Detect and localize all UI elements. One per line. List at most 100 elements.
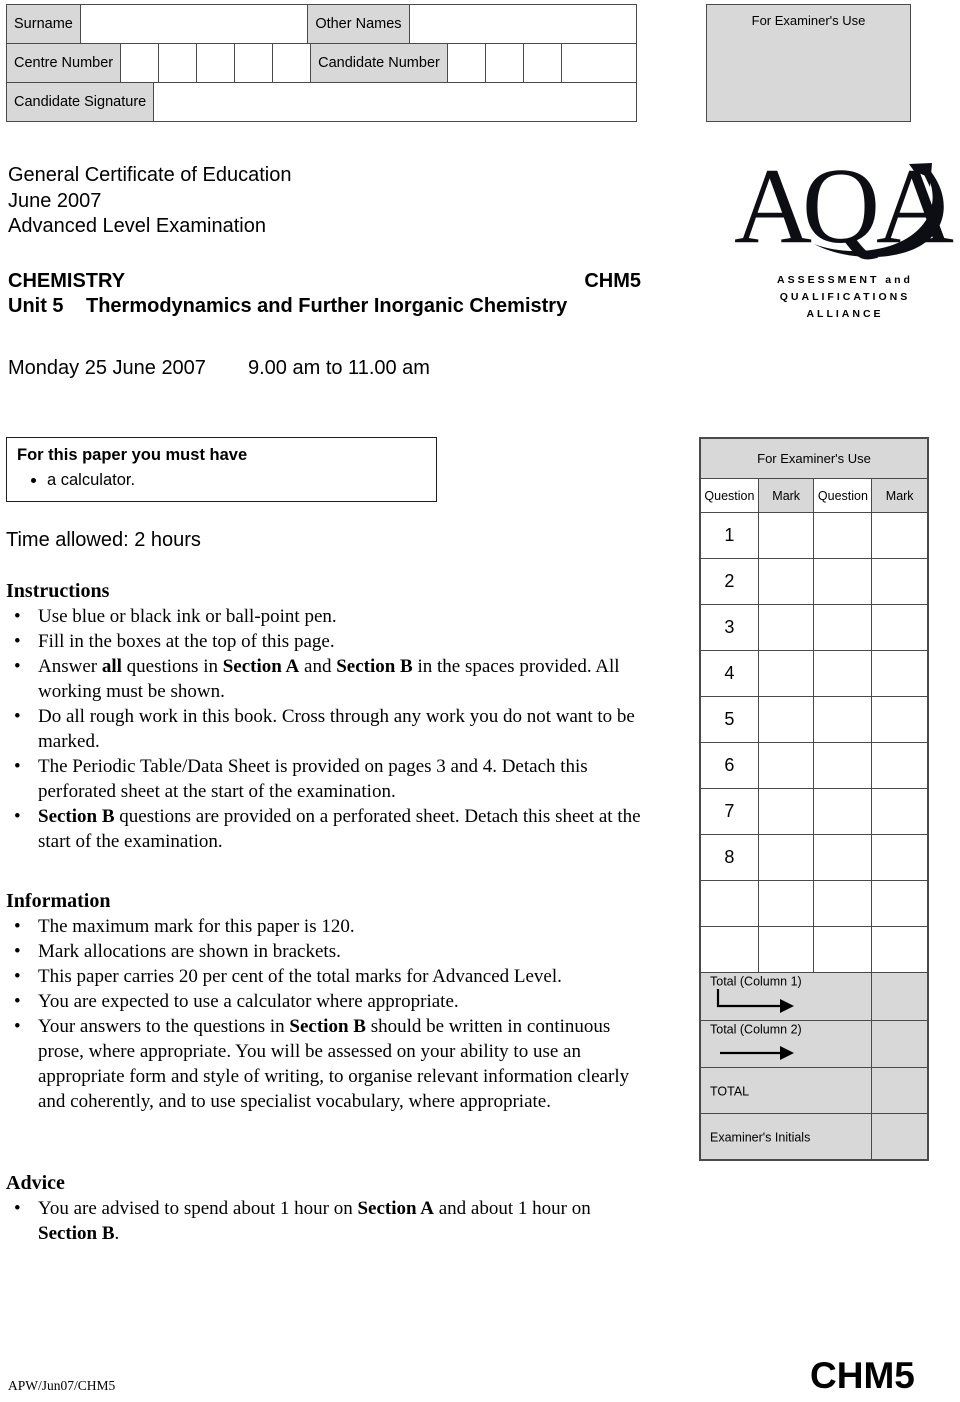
aqa-subtitle-line-2: QUALIFICATIONS [779,291,911,303]
list-item: Your answers to the questions in Section… [14,1014,654,1114]
unit-number: Unit 5 [8,294,64,317]
instructions-heading: Instructions [6,580,110,602]
mark-entry-cell[interactable] [757,650,815,697]
candidate-signature-label: Candidate Signature [7,83,155,121]
information-list: The maximum mark for this paper is 120.M… [6,914,654,1114]
list-item: Use blue or black ink or ball-point pen. [14,604,654,629]
table-row: 2 [700,558,928,605]
centre-number-digit-3[interactable] [197,44,236,82]
mark-entry-cell[interactable] [757,604,815,651]
mark-entry-cell[interactable] [871,512,928,559]
mark-entry-cell[interactable] [757,880,815,927]
advice-heading: Advice [6,1172,65,1194]
mark-entry-cell[interactable] [871,926,928,973]
question-number-cell [813,742,873,789]
surname-input[interactable] [80,5,308,43]
other-names-input[interactable] [409,5,637,43]
mark-entry-cell[interactable] [871,558,928,605]
svg-text:A: A [734,160,812,266]
required-materials-box: For this paper you must have a calculato… [6,437,437,502]
mark-entry-cell[interactable] [757,926,815,973]
exam-time: 9.00 am to 11.00 am [248,356,430,379]
exam-level-line: Advanced Level Examination [8,215,266,237]
mark-entry-cell[interactable] [871,834,928,881]
table-row: 5 [700,696,928,743]
list-item: You are expected to use a calculator whe… [14,989,654,1014]
centre-number-digit-5[interactable] [273,44,312,82]
footer-document-code: APW/Jun07/CHM5 [8,1378,116,1393]
list-item: Answer all questions in Section A and Se… [14,654,654,704]
mark-entry-cell[interactable] [871,604,928,651]
grand-total-value-cell[interactable] [871,1067,928,1115]
mark-entry-cell[interactable] [757,742,815,789]
question-number-cell: 7 [700,788,759,835]
subject-row: CHEMISTRY CHM5 [8,270,641,293]
total-column-1-value-cell[interactable] [871,972,928,1021]
list-item: Mark allocations are shown in brackets. [14,939,654,964]
candidate-signature-input[interactable] [154,83,636,121]
mark-entry-cell[interactable] [757,788,815,835]
candidate-signature-row: Candidate Signature [6,82,637,122]
required-materials-title: For this paper you must have [17,446,248,464]
mark-entry-cell[interactable] [871,696,928,743]
paper-code: CHM5 [584,269,641,292]
list-item: Fill in the boxes at the top of this pag… [14,629,654,654]
question-number-cell [813,512,873,559]
mark-table-title-row: For Examiner's Use [700,438,928,479]
aqa-subtitle-line-1: ASSESSMENT and [777,274,913,286]
mark-entry-cell[interactable] [871,742,928,789]
table-row: 1 [700,512,928,559]
question-number-cell [813,604,873,651]
centre-number-digit-4[interactable] [235,44,274,82]
information-heading: Information [6,890,111,912]
subject-name: CHEMISTRY [8,269,126,292]
surname-label: Surname [7,5,81,43]
total-column-2-value-cell[interactable] [871,1019,928,1069]
list-item: The Periodic Table/Data Sheet is provide… [14,754,654,804]
aqa-logo: A Q A ASSESSMENT and QUALIFICATIONS ALLI… [728,160,956,325]
total-column-2-label: Total (Column 2) [699,1019,873,1069]
grand-total-label: TOTAL [699,1067,873,1115]
table-row [700,880,928,927]
qualification-line: General Certificate of Education [8,164,292,186]
mark-entry-cell[interactable] [871,788,928,835]
candidate-number-digit-3[interactable] [523,44,562,82]
candidate-number-digit-2[interactable] [485,44,524,82]
mark-table-title: For Examiner's Use [700,438,928,479]
exam-datetime-row: Monday 25 June 2007 9.00 am to 11.00 am [8,357,668,380]
svg-text:A: A [876,160,954,266]
examiner-mark-table: For Examiner's Use Question Mark Questio… [699,437,929,1162]
mark-entry-cell[interactable] [757,834,815,881]
table-row: 8 [700,834,928,881]
question-number-cell: 1 [700,512,759,559]
examiner-use-box-top-title: For Examiner's Use [751,13,866,28]
svg-text:Q: Q [802,160,880,266]
examiner-use-box-top: For Examiner's Use [706,4,911,122]
mark-entry-cell[interactable] [757,558,815,605]
candidate-number-digit-1[interactable] [447,44,486,82]
list-item: Do all rough work in this book. Cross th… [14,704,654,754]
candidate-number-digit-4[interactable] [561,44,600,82]
question-number-cell [813,558,873,605]
table-row: 6 [700,742,928,789]
mark-entry-cell[interactable] [757,696,815,743]
centre-number-digit-1[interactable] [121,44,160,82]
mark-entry-cell[interactable] [871,650,928,697]
mark-entry-cell[interactable] [757,512,815,559]
unit-title: Thermodynamics and Further Inorganic Che… [86,294,568,317]
column-header-mark-2: Mark [871,478,928,513]
mark-table-header-row: Question Mark Question Mark [700,478,928,513]
session-line: June 2007 [8,189,102,212]
table-row: 7 [700,788,928,835]
question-number-cell [813,834,873,881]
exam-heading-block: General Certificate of Education June 20… [8,163,668,380]
question-number-cell [700,926,759,973]
aqa-subtitle-line-3: ALLIANCE [806,308,884,320]
centre-number-digit-2[interactable] [159,44,198,82]
list-item: You are advised to spend about 1 hour on… [14,1196,654,1246]
candidate-name-row: Surname Other Names [6,4,637,43]
question-number-cell [700,880,759,927]
total-column-2-row: Total (Column 2) [699,1019,928,1069]
examiner-initials-value-cell[interactable] [871,1113,928,1161]
mark-entry-cell[interactable] [871,880,928,927]
